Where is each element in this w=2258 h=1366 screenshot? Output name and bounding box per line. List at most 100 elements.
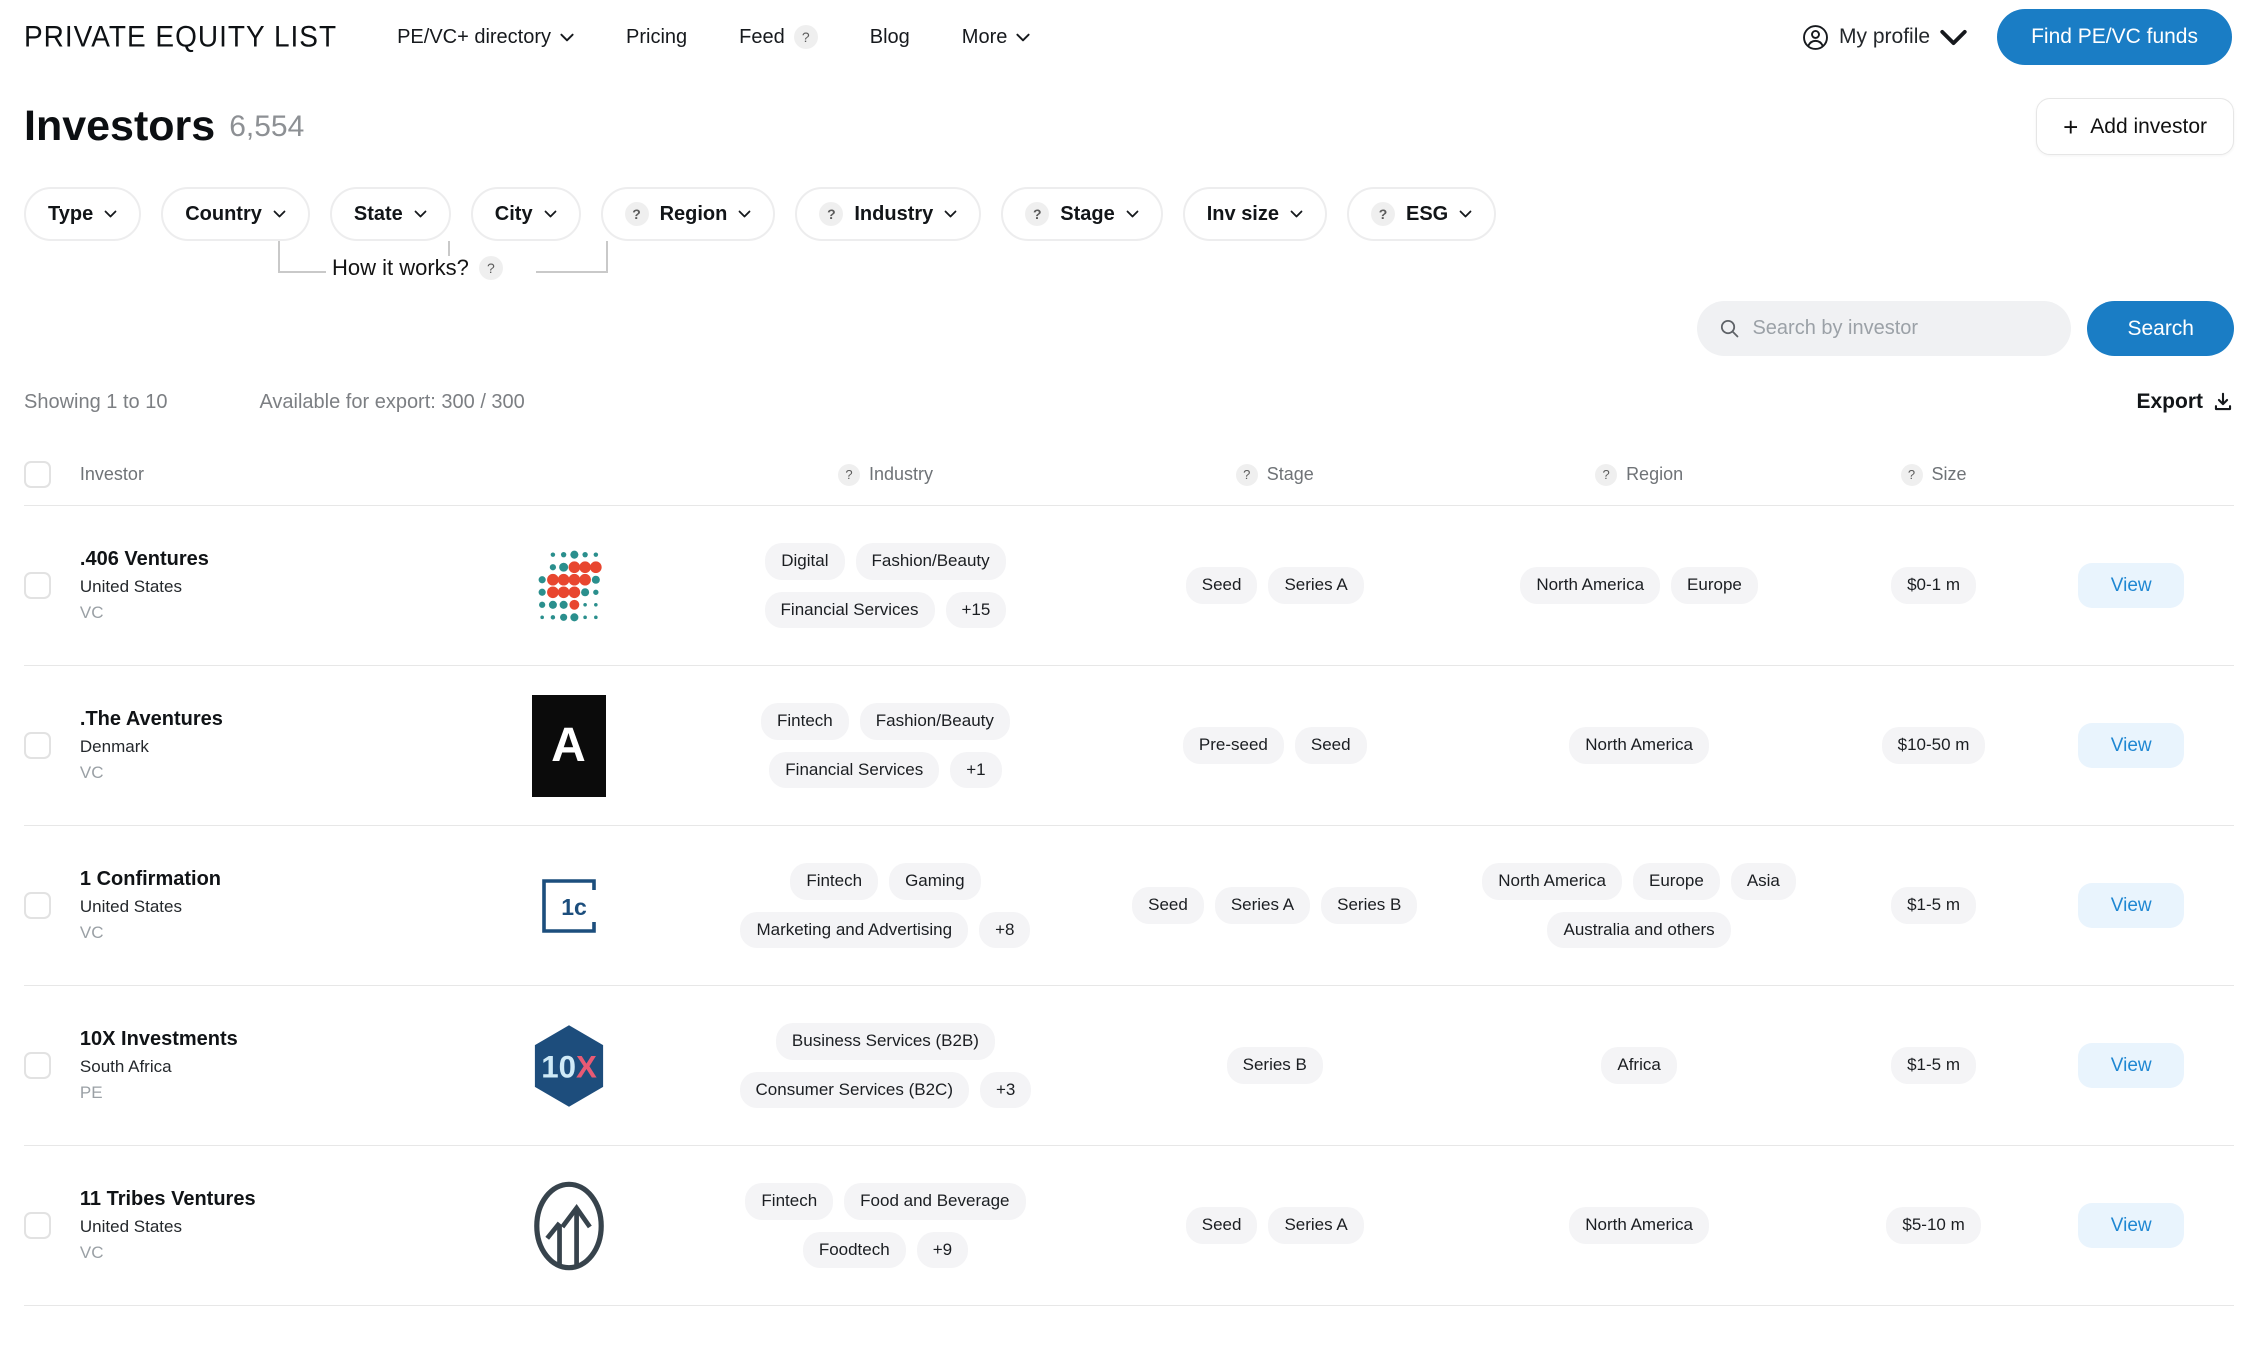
- export-available: Available for export: 300 / 300: [259, 391, 524, 414]
- investor-country: United States: [80, 897, 221, 917]
- column-header-size: ? Size: [1839, 464, 2029, 486]
- investor-count: 6,554: [229, 110, 304, 144]
- investor-type: VC: [80, 763, 223, 783]
- help-icon[interactable]: ?: [1025, 202, 1049, 226]
- industry-tag: Fashion/Beauty: [860, 703, 1010, 739]
- investor-country: Denmark: [80, 737, 223, 757]
- chevron-down-icon: [1016, 33, 1030, 42]
- industry-tag: Foodtech: [803, 1232, 906, 1268]
- investor-name[interactable]: 1 Confirmation: [80, 868, 221, 891]
- find-funds-button[interactable]: Find PE/VC funds: [1997, 9, 2232, 65]
- filter-type[interactable]: Type: [24, 187, 141, 241]
- industry-more-tag[interactable]: +8: [979, 912, 1030, 948]
- select-all-checkbox[interactable]: [24, 461, 51, 488]
- export-button[interactable]: Export: [2136, 390, 2234, 414]
- filter-region[interactable]: ? Region: [601, 187, 776, 241]
- stage-tag: Series B: [1321, 887, 1417, 923]
- dot-matrix-logo: [535, 545, 603, 627]
- view-button[interactable]: View: [2078, 883, 2184, 928]
- investor-name[interactable]: .406 Ventures: [80, 548, 209, 571]
- filter-inv-size[interactable]: Inv size: [1183, 187, 1327, 241]
- row-checkbox[interactable]: [24, 1052, 51, 1079]
- help-icon[interactable]: ?: [1371, 202, 1395, 226]
- region-tag: Asia: [1731, 863, 1796, 899]
- industry-more-tag[interactable]: +15: [946, 592, 1007, 628]
- filter-city[interactable]: City: [471, 187, 581, 241]
- filter-esg[interactable]: ? ESG: [1347, 187, 1496, 241]
- stage-tag: Seed: [1186, 1207, 1258, 1243]
- filter-state[interactable]: State: [330, 187, 451, 241]
- filter-country[interactable]: Country: [161, 187, 310, 241]
- industry-more-tag[interactable]: +9: [917, 1232, 968, 1268]
- chevron-down-icon: [104, 210, 117, 218]
- column-header-stage: ? Stage: [1110, 464, 1439, 486]
- view-button[interactable]: View: [2078, 563, 2184, 608]
- ten-x-hexagon-logo: 10X: [533, 1022, 605, 1110]
- help-icon[interactable]: ?: [479, 256, 503, 280]
- download-icon: [2212, 391, 2234, 413]
- stage-tag: Series A: [1268, 567, 1363, 603]
- nav-pricing[interactable]: Pricing: [626, 26, 687, 49]
- investor-name[interactable]: 10X Investments: [80, 1028, 238, 1051]
- help-icon[interactable]: ?: [1901, 464, 1923, 486]
- nav-blog[interactable]: Blog: [870, 26, 910, 49]
- industry-tag: Business Services (B2B): [776, 1023, 995, 1059]
- stage-tag: Series B: [1227, 1047, 1323, 1083]
- search-box[interactable]: [1697, 301, 2071, 356]
- one-confirmation-logo: 1c: [537, 874, 601, 938]
- table-row: 10X Investments South Africa PE 10X Busi…: [24, 986, 2234, 1146]
- nav-directory[interactable]: PE/VC+ directory: [397, 26, 574, 49]
- view-button[interactable]: View: [2078, 1043, 2184, 1088]
- region-tag: Europe: [1633, 863, 1720, 899]
- stage-tag: Series A: [1215, 887, 1310, 923]
- filter-stage[interactable]: ? Stage: [1001, 187, 1162, 241]
- industry-tag: Digital: [765, 543, 844, 579]
- brand-logo[interactable]: PRIVATE EQUITY LIST: [24, 20, 337, 54]
- search-button[interactable]: Search: [2087, 301, 2234, 356]
- help-icon[interactable]: ?: [838, 464, 860, 486]
- help-icon[interactable]: ?: [625, 202, 649, 226]
- industry-more-tag[interactable]: +1: [950, 752, 1001, 788]
- region-tag: Australia and others: [1547, 912, 1730, 948]
- chevron-down-icon: [1459, 210, 1472, 218]
- user-icon: [1802, 24, 1829, 51]
- add-investor-button[interactable]: + Add investor: [2036, 98, 2234, 155]
- column-header-region: ? Region: [1439, 464, 1838, 486]
- size-tag: $10-50 m: [1882, 727, 1986, 763]
- industry-tag: Financial Services: [769, 752, 939, 788]
- row-checkbox[interactable]: [24, 572, 51, 599]
- column-header-industry: ? Industry: [661, 464, 1110, 486]
- size-tag: $5-10 m: [1886, 1207, 1980, 1243]
- investor-type: PE: [80, 1083, 238, 1103]
- search-icon: [1719, 318, 1740, 339]
- investor-name[interactable]: .The Aventures: [80, 708, 223, 731]
- nav-more[interactable]: More: [962, 26, 1031, 49]
- industry-tag: Marketing and Advertising: [740, 912, 968, 948]
- investor-type: VC: [80, 1243, 256, 1263]
- view-button[interactable]: View: [2078, 723, 2184, 768]
- showing-range: Showing 1 to 10: [24, 391, 167, 414]
- row-checkbox[interactable]: [24, 732, 51, 759]
- chevron-down-icon: [1940, 24, 1967, 51]
- help-icon[interactable]: ?: [1236, 464, 1258, 486]
- my-profile-menu[interactable]: My profile: [1802, 24, 1967, 51]
- help-icon[interactable]: ?: [1595, 464, 1617, 486]
- help-icon[interactable]: ?: [794, 25, 818, 49]
- investor-name[interactable]: 11 Tribes Ventures: [80, 1188, 256, 1211]
- stage-tag: Pre-seed: [1183, 727, 1284, 763]
- chevron-down-icon: [1126, 210, 1139, 218]
- search-input[interactable]: [1752, 317, 2049, 340]
- investors-table: Investor ? Industry ? Stage ? Region ? S…: [24, 444, 2234, 1306]
- help-icon[interactable]: ?: [819, 202, 843, 226]
- investor-type: VC: [80, 603, 209, 623]
- row-checkbox[interactable]: [24, 892, 51, 919]
- view-button[interactable]: View: [2078, 1203, 2184, 1248]
- stage-tag: Seed: [1132, 887, 1204, 923]
- industry-tag: Food and Beverage: [844, 1183, 1025, 1219]
- nav-feed[interactable]: Feed ?: [739, 25, 818, 49]
- filter-industry[interactable]: ? Industry: [795, 187, 981, 241]
- industry-more-tag[interactable]: +3: [980, 1072, 1031, 1108]
- row-checkbox[interactable]: [24, 1212, 51, 1239]
- page-title: Investors: [24, 102, 215, 151]
- region-tag: North America: [1482, 863, 1622, 899]
